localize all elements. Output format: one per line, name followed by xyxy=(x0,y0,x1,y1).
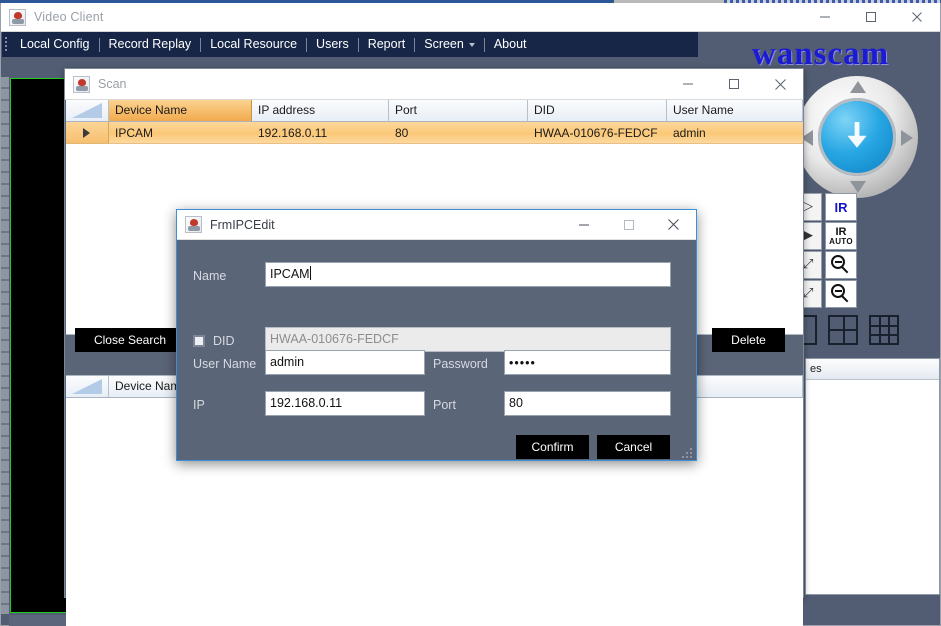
dialog-body: Name IPCAM DID HWAA-010676-FEDCF User Na… xyxy=(177,240,696,460)
app-icon xyxy=(9,8,26,26)
minimize-icon[interactable] xyxy=(802,3,848,32)
menu-label: About xyxy=(493,37,527,51)
ptz-home-button[interactable] xyxy=(818,98,896,176)
ip-field[interactable]: 192.168.0.11 xyxy=(265,391,425,416)
menu-label: Local Resource xyxy=(210,37,298,51)
app-titlebar: Video Client xyxy=(1,3,940,32)
close-icon[interactable] xyxy=(894,3,940,32)
ip-field-label: IP xyxy=(193,398,205,412)
menu-grip-icon xyxy=(2,32,11,57)
name-field-value: IPCAM xyxy=(270,267,310,281)
dialog-titlebar: FrmIPCEdit xyxy=(177,210,696,240)
maximize-icon[interactable] xyxy=(848,3,894,32)
ptz-up-icon[interactable] xyxy=(850,81,866,93)
did-field-label: DID xyxy=(213,334,235,348)
dialog-resize-grip-icon[interactable] xyxy=(682,446,694,458)
video-left-ruler xyxy=(1,77,9,614)
ptz-down-icon[interactable] xyxy=(850,181,866,193)
cell-port: 80 xyxy=(389,122,528,144)
zoom-out-icon xyxy=(831,255,851,275)
cell-device-name: IPCAM xyxy=(109,122,252,144)
delete-button[interactable]: Delete xyxy=(712,328,785,352)
chevron-down-icon xyxy=(468,42,475,47)
screen-root: Video Client Local Config Record Replay … xyxy=(0,0,941,626)
column-header-did[interactable]: DID xyxy=(528,100,667,122)
port-field-label: Port xyxy=(433,398,456,412)
ptz-direction-wheel[interactable] xyxy=(796,76,918,198)
confirm-button[interactable]: Confirm xyxy=(516,435,589,459)
did-checkbox[interactable] xyxy=(193,335,205,347)
dialog-title: FrmIPCEdit xyxy=(210,217,275,232)
username-field[interactable]: admin xyxy=(265,350,425,375)
name-field[interactable]: IPCAM xyxy=(265,262,671,287)
scan-grid-header-row: Device Name IP address Port DID User Nam… xyxy=(66,100,803,122)
minimize-icon[interactable] xyxy=(665,69,711,100)
close-icon[interactable] xyxy=(651,210,696,240)
username-field-label: User Name xyxy=(193,357,257,371)
zoom-out-button-2[interactable] xyxy=(825,280,857,308)
menu-label: Users xyxy=(316,37,349,51)
port-field[interactable]: 80 xyxy=(504,391,671,416)
menu-item-screen[interactable]: Screen xyxy=(415,32,484,57)
menu-label: Local Config xyxy=(20,37,90,51)
password-field-label: Password xyxy=(433,357,488,371)
close-icon[interactable] xyxy=(757,69,803,100)
menu-item-report[interactable]: Report xyxy=(359,32,415,57)
ir-auto-button[interactable]: IR AUTO xyxy=(825,222,857,250)
menu-item-record-replay[interactable]: Record Replay xyxy=(100,32,201,57)
maximize-icon[interactable] xyxy=(711,69,757,100)
password-field[interactable]: ••••• xyxy=(504,350,671,375)
menu-label: Screen xyxy=(424,37,464,51)
scan-window-icon xyxy=(73,75,90,93)
cell-ip-address: 192.168.0.11 xyxy=(252,122,389,144)
app-title: Video Client xyxy=(34,10,104,24)
ir-label: IR xyxy=(834,199,848,215)
zoom-out-button-1[interactable] xyxy=(825,251,857,279)
logo-text: wanscam xyxy=(751,35,890,72)
column-header-device-name[interactable]: Device Name xyxy=(109,100,252,122)
menu-label: Report xyxy=(367,37,406,51)
grid-select-all-corner[interactable] xyxy=(66,100,109,122)
scan-window-controls xyxy=(665,69,803,100)
scan-window-title: Scan xyxy=(98,77,127,91)
cancel-button[interactable]: Cancel xyxy=(597,435,670,459)
ipc-edit-dialog: FrmIPCEdit Name IPCAM DID HWAA-010676-FE… xyxy=(176,209,697,461)
quad-view-button[interactable] xyxy=(828,315,858,345)
grid2-select-all-corner[interactable] xyxy=(66,376,109,398)
scan-titlebar: Scan xyxy=(65,69,803,100)
menu-item-about[interactable]: About xyxy=(485,32,536,57)
did-field: HWAA-010676-FEDCF xyxy=(265,327,671,352)
menu-item-local-config[interactable]: Local Config xyxy=(11,32,99,57)
maximize-icon xyxy=(606,210,651,240)
table-row[interactable]: IPCAM 192.168.0.11 80 HWAA-010676-FEDCF … xyxy=(66,122,803,144)
column-header-user-name[interactable]: User Name xyxy=(667,100,803,122)
dialog-icon xyxy=(185,216,202,233)
cell-did: HWAA-010676-FEDCF xyxy=(528,122,667,144)
device-list-panel[interactable]: es xyxy=(805,358,940,595)
ir-auto-label-bottom: AUTO xyxy=(829,236,853,246)
column-header-ip-address[interactable]: IP address xyxy=(252,100,389,122)
row-selector-icon[interactable] xyxy=(66,122,109,144)
ir-button[interactable]: IR xyxy=(825,193,857,221)
ir-auto-label-top: IR xyxy=(835,225,847,238)
ir-button-column: IR IR AUTO xyxy=(825,193,857,309)
minimize-icon[interactable] xyxy=(561,210,606,240)
column-header-port[interactable]: Port xyxy=(389,100,528,122)
app-window-controls xyxy=(802,3,940,32)
zoom-out-icon xyxy=(831,284,851,304)
close-search-button[interactable]: Close Search xyxy=(75,328,185,352)
nine-view-button[interactable] xyxy=(869,315,899,345)
text-caret xyxy=(309,266,311,280)
menu-item-users[interactable]: Users xyxy=(307,32,358,57)
device-list-panel-header: es xyxy=(806,359,939,380)
menu-label: Record Replay xyxy=(108,37,192,51)
cell-user-name: admin xyxy=(667,122,803,144)
name-field-label: Name xyxy=(193,269,227,283)
dialog-window-controls xyxy=(561,210,696,240)
menu-item-local-resource[interactable]: Local Resource xyxy=(201,32,306,57)
ptz-right-icon[interactable] xyxy=(901,130,913,146)
main-menubar: Local Config Record Replay Local Resourc… xyxy=(2,32,698,57)
